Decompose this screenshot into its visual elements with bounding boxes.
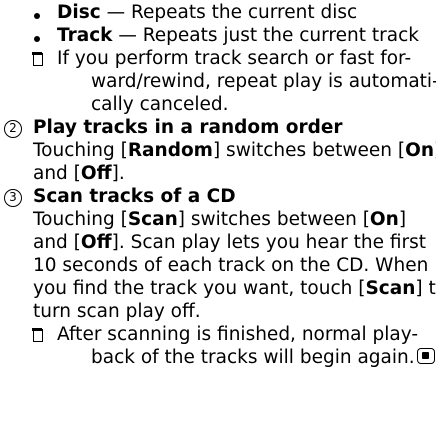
bullet-dot-icon (34, 13, 40, 19)
note-square-icon (32, 52, 43, 66)
repeat-note-line: ward/rewind, repeat play is automati- (91, 71, 436, 92)
option-desc: — Repeats just the current track (112, 25, 419, 46)
button-name: Scan (365, 278, 416, 299)
repeat-option-disc: Disc — Repeats the current disc (57, 1, 357, 24)
step-number-badge: 3 (4, 189, 22, 207)
option-term: Track (57, 25, 113, 46)
scan-note-line: back of the tracks will begin again. (91, 346, 435, 369)
button-name: On (369, 209, 399, 230)
body-text-line: Touching [Scan] switches between [On] (33, 209, 407, 230)
repeat-option-track: Track — Repeats just the current track (57, 24, 419, 47)
manual-page: Disc — Repeats the current disc Track — … (0, 0, 436, 446)
body-text-line: you find the track you want, touch [Scan… (33, 278, 436, 299)
button-name: On (405, 140, 435, 161)
body-text-line: Touching [Random] switches between [On] (33, 140, 436, 161)
section-heading: Scan tracks of a CD (33, 186, 236, 207)
button-name: Off (80, 163, 112, 184)
note-square-icon (32, 328, 43, 342)
option-desc: — Repeats the current disc (100, 2, 358, 23)
body-text-line: turn scan play off. (33, 301, 201, 322)
button-name: Scan (127, 209, 178, 230)
button-name: Off (80, 232, 112, 253)
section-heading: Play tracks in a random order (33, 117, 343, 138)
button-name: Random (127, 140, 213, 161)
body-text-line: and [Off]. (33, 163, 125, 184)
body-text-line: 10 seconds of each track on the CD. When (33, 255, 429, 276)
option-term: Disc (57, 2, 101, 23)
bullet-dot-icon (34, 36, 40, 42)
repeat-note-line: If you perform track search or fast for- (57, 48, 412, 69)
scan-note-line: After scanning is finished, normal play- (57, 324, 419, 345)
end-mark-icon (416, 348, 435, 364)
body-text-line: and [Off]. Scan play lets you hear the f… (33, 232, 426, 253)
repeat-note-line: cally canceled. (91, 94, 229, 115)
step-number-badge: 2 (4, 120, 22, 138)
